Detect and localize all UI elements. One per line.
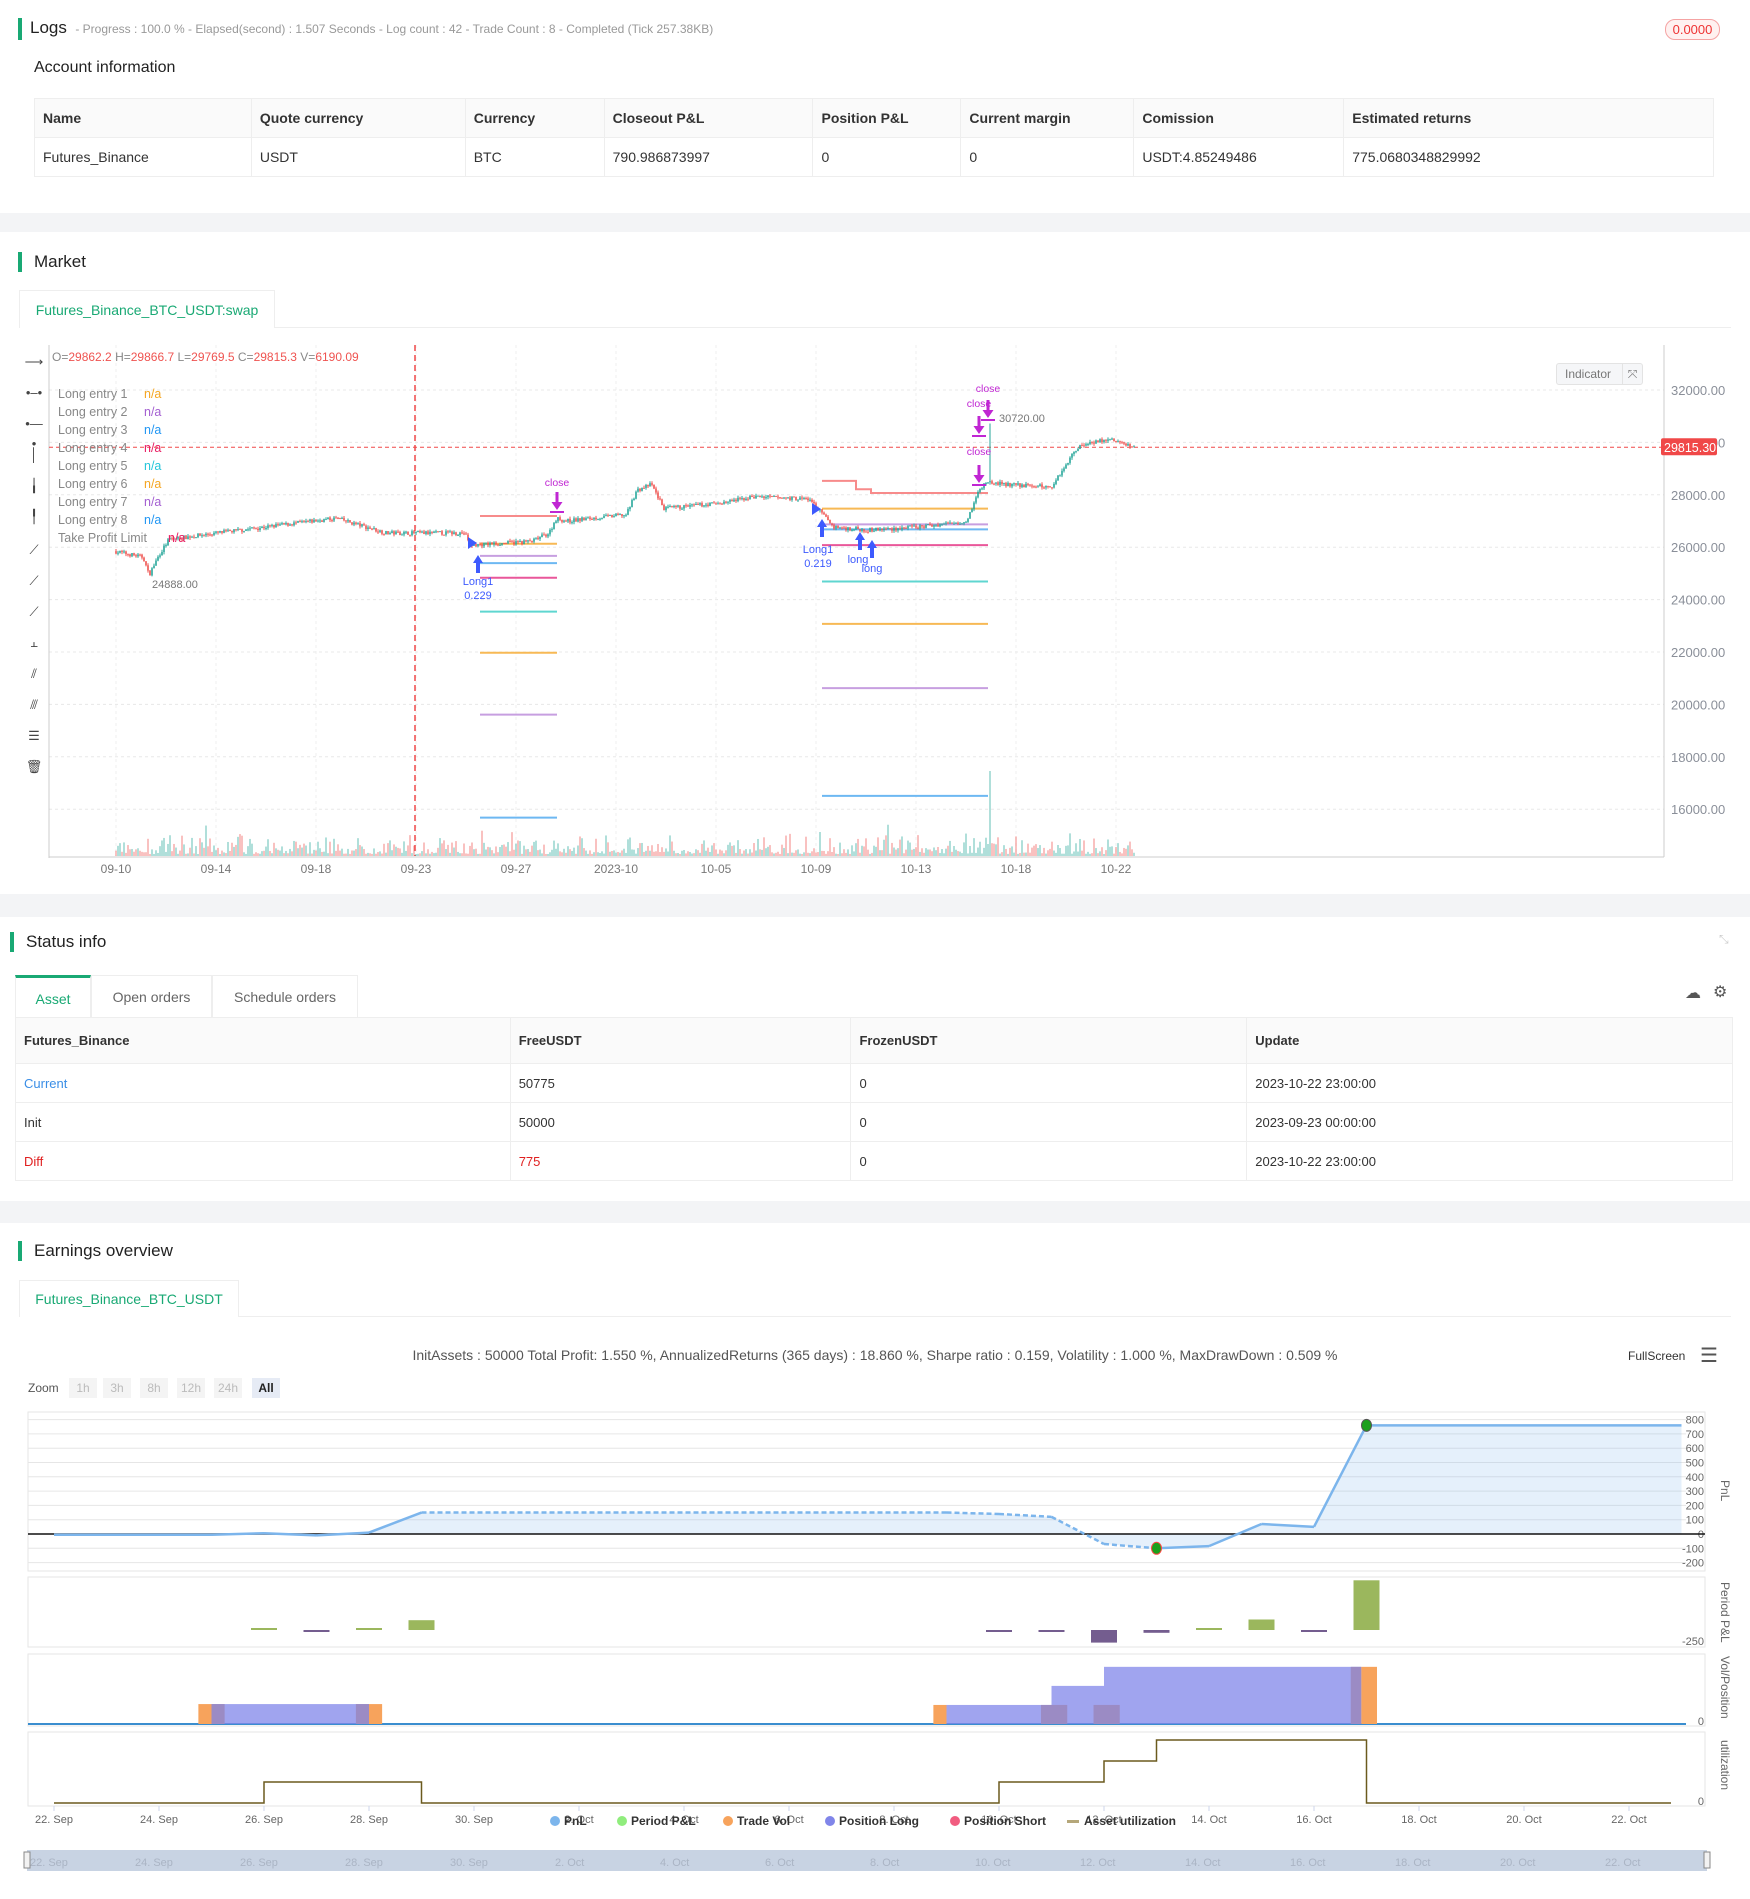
period-tick: -250 xyxy=(1682,1636,1704,1648)
trade-vol-bar xyxy=(1350,1666,1362,1724)
vol-tick: 0 xyxy=(1698,1716,1704,1728)
max-marker xyxy=(1361,1418,1372,1432)
navigator-label: 14. Oct xyxy=(1185,1857,1220,1869)
trade-vol-bar xyxy=(933,1704,947,1724)
navigator-label: 16. Oct xyxy=(1290,1857,1325,1869)
x-tick-label: 22. Sep xyxy=(35,1814,73,1826)
trade-vol-bar xyxy=(1093,1704,1120,1724)
pnl-tick: 100 xyxy=(1686,1515,1704,1527)
navigator-label: 22. Sep xyxy=(30,1857,68,1869)
x-tick-label: 24. Sep xyxy=(140,1814,178,1826)
period-pnl-bar xyxy=(1143,1630,1170,1633)
axis-title: Period P&L xyxy=(1718,1582,1732,1643)
x-tick-label: 22. Oct xyxy=(1611,1814,1646,1826)
legend-symbol-icon xyxy=(1067,1820,1079,1823)
pnl-tick: 700 xyxy=(1686,1429,1704,1441)
trade-vol-bar xyxy=(369,1704,383,1724)
earnings-chart[interactable]: 800 700 600 500 400 300 200 100 0 -100 -200 -250 0 0 2… xyxy=(0,0,1750,1899)
trade-vol-bar xyxy=(1361,1666,1377,1724)
x-tick-label: 26. Sep xyxy=(245,1814,283,1826)
x-tick-label: 28. Sep xyxy=(350,1814,388,1826)
period-pnl-bar xyxy=(356,1628,382,1630)
pnl-line-segment xyxy=(211,1532,265,1536)
legend-symbol-icon xyxy=(550,1816,560,1826)
period-pnl-bar xyxy=(1196,1628,1222,1630)
util-tick: 0 xyxy=(1698,1796,1704,1808)
navigator-label: 4. Oct xyxy=(660,1857,689,1869)
navigator-label: 10. Oct xyxy=(975,1857,1010,1869)
legend-symbol-icon xyxy=(723,1816,733,1826)
trade-vol-bar xyxy=(211,1704,225,1724)
period-pnl-bar xyxy=(1038,1630,1065,1632)
x-tick-label: 14. Oct xyxy=(1191,1814,1226,1826)
utilization-line xyxy=(54,1739,1671,1804)
pnl-tick: 0 xyxy=(1698,1529,1704,1541)
navigator-label: 2. Oct xyxy=(555,1857,584,1869)
navigator-label: 18. Oct xyxy=(1395,1857,1430,1869)
navigator-label: 30. Sep xyxy=(450,1857,488,1869)
legend-item[interactable]: Period P&L xyxy=(631,1814,696,1828)
navigator xyxy=(27,1850,1707,1871)
navigator-label: 8. Oct xyxy=(870,1857,899,1869)
pnl-tick: 500 xyxy=(1686,1458,1704,1470)
pnl-tick: 400 xyxy=(1686,1472,1704,1484)
period-pnl-bar xyxy=(303,1630,330,1632)
period-pnl-bar xyxy=(1353,1580,1380,1630)
period-pnl-bar xyxy=(1091,1630,1117,1643)
period-pnl-bar xyxy=(408,1620,435,1630)
pnl-line-segment xyxy=(316,1531,370,1537)
legend-symbol-icon xyxy=(617,1816,627,1826)
panel-frame xyxy=(27,1576,1706,1648)
x-tick-label: 30. Sep xyxy=(455,1814,493,1826)
position-long-bar xyxy=(211,1704,369,1724)
legend-symbol-icon xyxy=(825,1816,835,1826)
navigator-label: 28. Sep xyxy=(345,1857,383,1869)
period-pnl-bar xyxy=(251,1628,277,1630)
legend-item[interactable]: Asset utilization xyxy=(1084,1814,1176,1828)
navigator-label: 26. Sep xyxy=(240,1857,278,1869)
min-marker xyxy=(1151,1541,1162,1555)
navigator-label: 24. Sep xyxy=(135,1857,173,1869)
navigator-label: 22. Oct xyxy=(1605,1857,1640,1869)
navigator-label: 20. Oct xyxy=(1500,1857,1535,1869)
pnl-tick: 300 xyxy=(1686,1486,1704,1498)
x-tick-label: 16. Oct xyxy=(1296,1814,1331,1826)
panel-frame xyxy=(27,1731,1706,1807)
x-tick-label: 20. Oct xyxy=(1506,1814,1541,1826)
period-pnl-bar xyxy=(1301,1630,1327,1632)
navigator-handle-left[interactable] xyxy=(23,1851,31,1869)
axis-title: utilization xyxy=(1718,1740,1732,1791)
pnl-tick: 200 xyxy=(1686,1500,1704,1512)
position-long-bar xyxy=(946,1704,1052,1724)
period-pnl-bar xyxy=(986,1630,1012,1632)
pnl-tick: -200 xyxy=(1682,1558,1704,1570)
period-pnl-bar xyxy=(1248,1619,1275,1630)
pnl-tick: -100 xyxy=(1682,1543,1704,1555)
legend-item[interactable]: Position Short xyxy=(964,1814,1046,1828)
legend-item[interactable]: Position Long xyxy=(839,1814,919,1828)
navigator-label: 6. Oct xyxy=(765,1857,794,1869)
navigator-label: 12. Oct xyxy=(1080,1857,1115,1869)
legend-item[interactable]: PnL xyxy=(564,1814,587,1828)
x-tick-label: 18. Oct xyxy=(1401,1814,1436,1826)
trade-vol-bar xyxy=(198,1704,212,1724)
pnl-tick: 800 xyxy=(1686,1415,1704,1427)
trade-vol-bar xyxy=(355,1704,369,1724)
legend-symbol-icon xyxy=(950,1816,960,1826)
position-long-bar xyxy=(1104,1666,1362,1724)
pnl-area xyxy=(54,1425,1682,1549)
pnl-tick: 600 xyxy=(1686,1443,1704,1455)
axis-title: Vol/Position xyxy=(1718,1656,1732,1719)
navigator-handle-right[interactable] xyxy=(1703,1851,1711,1869)
axis-title: PnL xyxy=(1718,1480,1732,1502)
trade-vol-bar xyxy=(1041,1704,1068,1724)
legend-item[interactable]: Trade Vol xyxy=(737,1814,790,1828)
